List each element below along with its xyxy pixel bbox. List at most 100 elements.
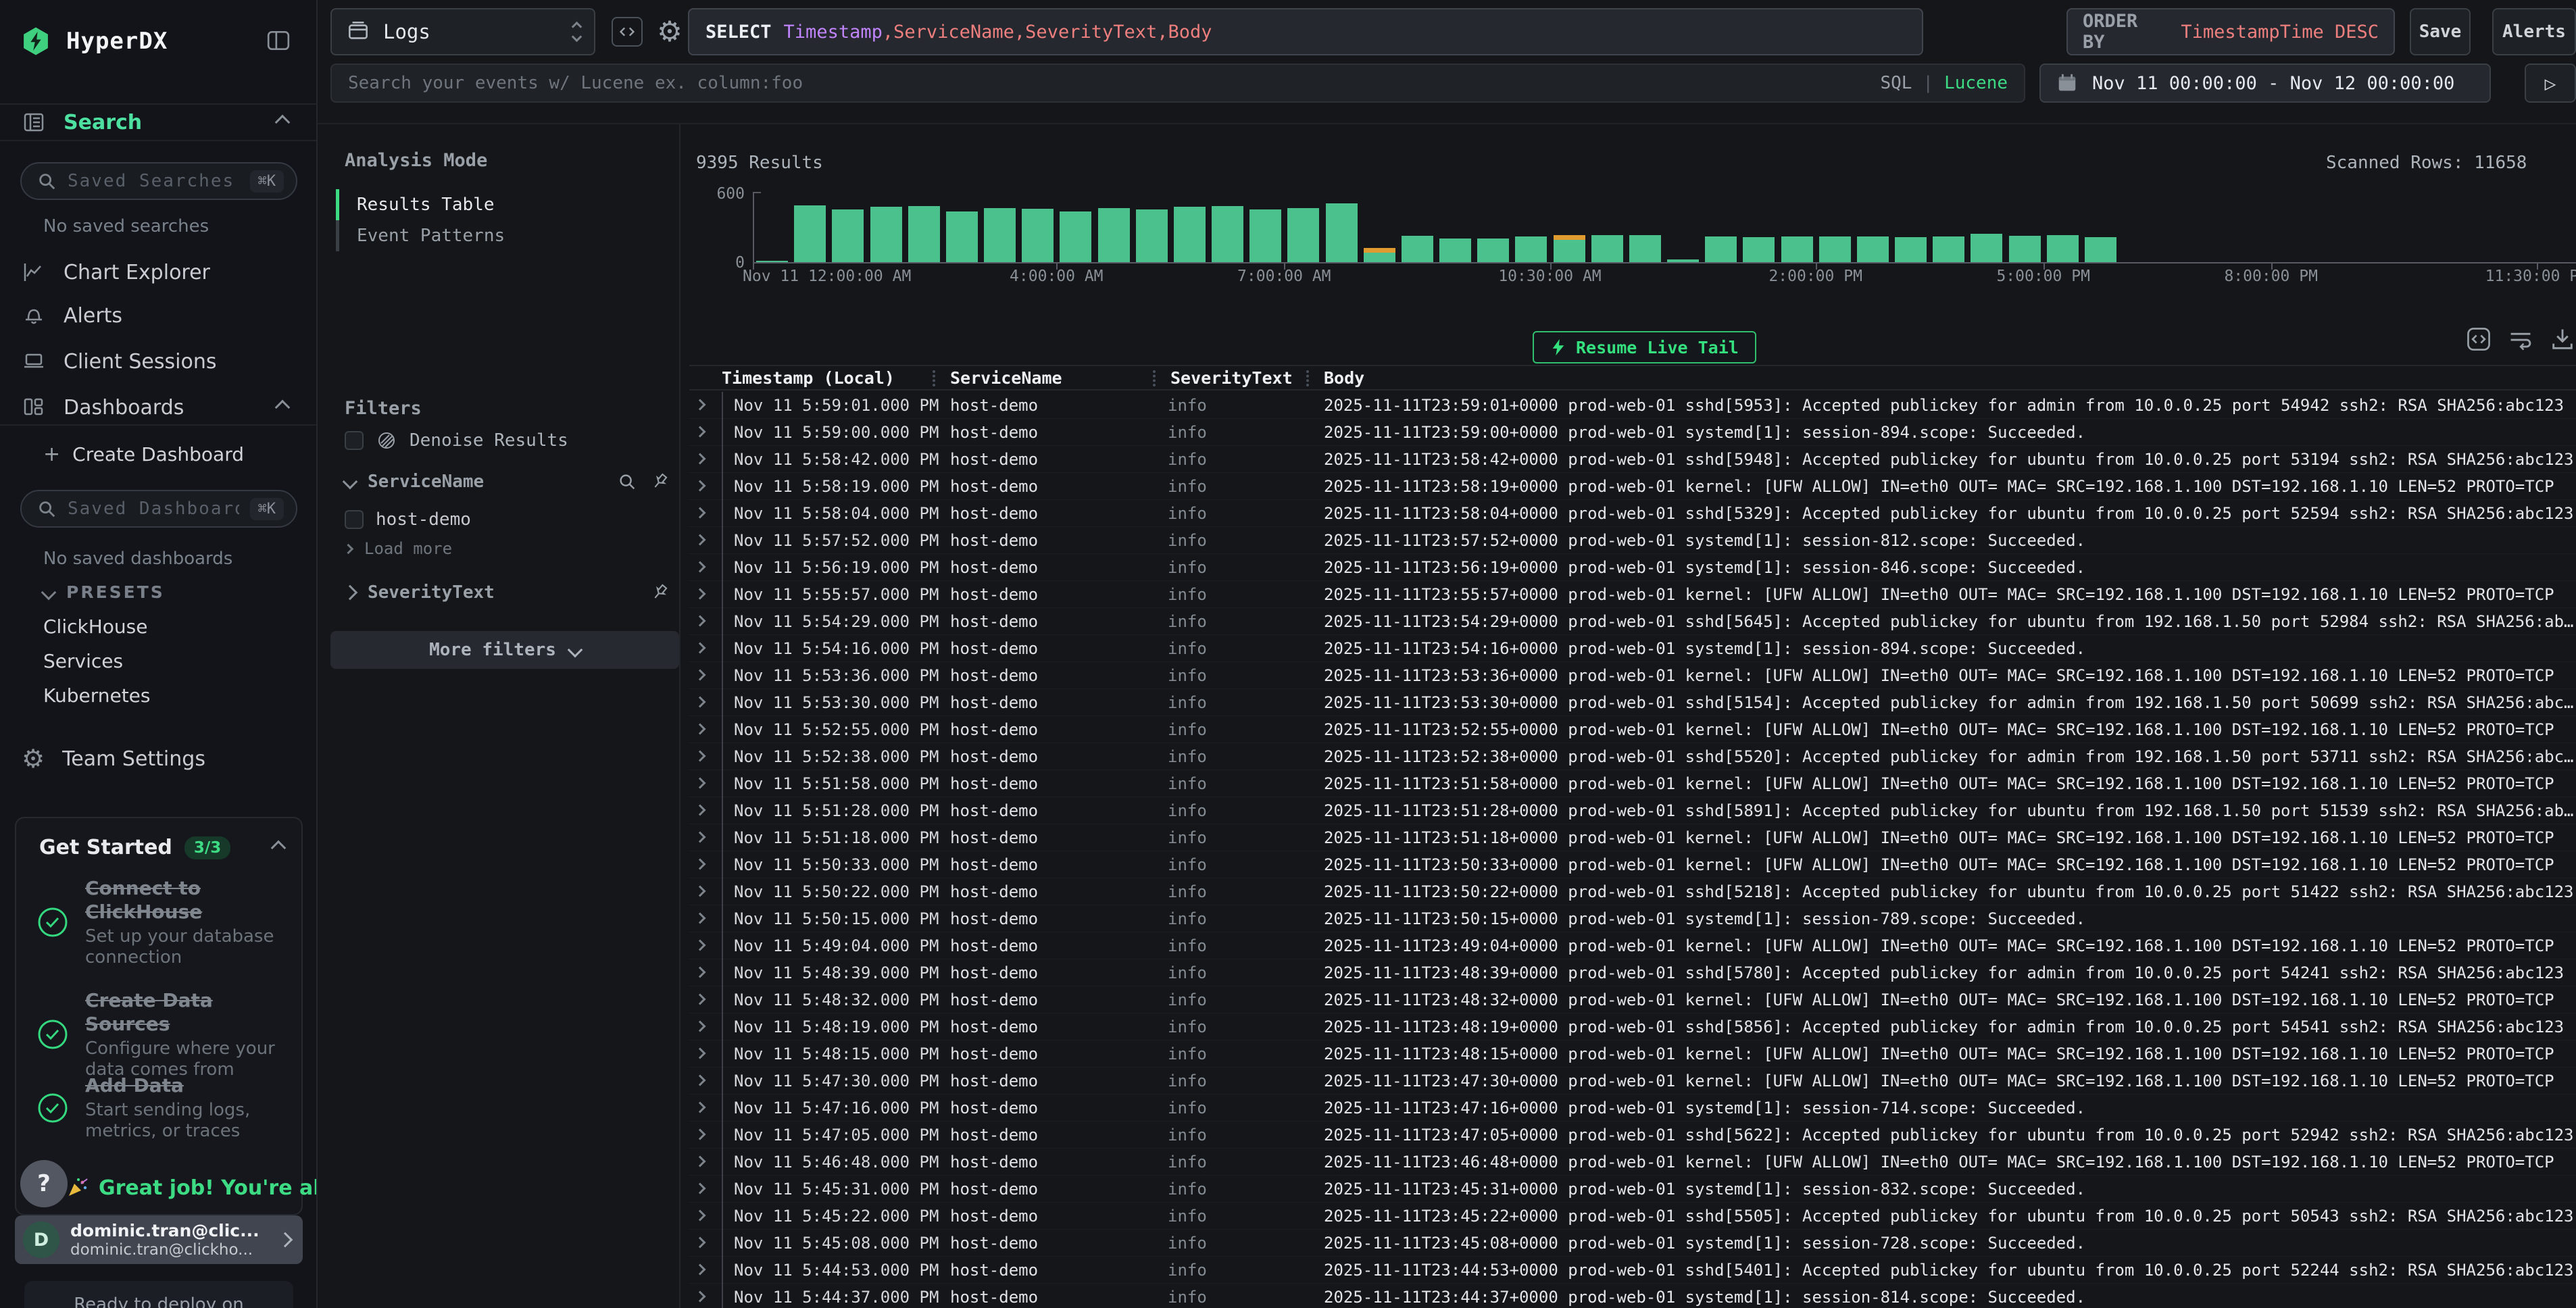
table-row[interactable]: Nov 11 5:45:08.000 PM host-demo info 202… [689,1230,2576,1257]
row-expand-icon[interactable] [695,1210,706,1222]
mode-results-table[interactable]: Results Table [336,189,505,220]
brand[interactable]: HyperDX [20,26,168,57]
more-filters-button[interactable]: More filters [330,631,679,669]
row-expand-icon[interactable] [695,724,706,735]
row-expand-icon[interactable] [695,751,706,762]
row-expand-icon[interactable] [695,994,706,1005]
sidebar-item-alerts[interactable]: Alerts [0,297,316,334]
row-expand-icon[interactable] [695,507,706,519]
table-row[interactable]: Nov 11 5:47:16.000 PM host-demo info 202… [689,1095,2576,1122]
row-expand-icon[interactable] [695,1156,706,1167]
events-histogram[interactable]: 600 0 Nov 11 12:00:00 AM 4:00:00 AM 7:00… [689,181,2576,282]
get-started-item[interactable]: Add DataStart sending logs, metrics, or … [36,1074,288,1142]
table-row[interactable]: Nov 11 5:48:39.000 PM host-demo info 202… [689,959,2576,986]
save-button[interactable]: Save [2410,8,2471,55]
presets-toggle[interactable]: PRESETS [43,582,165,602]
table-row[interactable]: Nov 11 5:57:52.000 PM host-demo info 202… [689,527,2576,554]
resume-live-tail-button[interactable]: Resume Live Tail [1533,331,1756,363]
row-expand-icon[interactable] [695,670,706,681]
pin-icon[interactable] [649,472,670,492]
table-row[interactable]: Nov 11 5:53:36.000 PM host-demo info 202… [689,662,2576,689]
wrap-lines-icon[interactable] [2507,326,2534,353]
query-language-toggle[interactable]: SQL | Lucene [1880,73,2008,93]
severitytext-filter-group[interactable]: SeverityText [345,582,670,603]
col-header-timestamp[interactable]: Timestamp (Local) [722,366,895,389]
row-expand-icon[interactable] [695,940,706,951]
table-row[interactable]: Nov 11 5:58:04.000 PM host-demo info 202… [689,500,2576,527]
table-row[interactable]: Nov 11 5:48:19.000 PM host-demo info 202… [689,1013,2576,1040]
row-expand-icon[interactable] [695,561,706,573]
row-expand-icon[interactable] [695,805,706,816]
table-row[interactable]: Nov 11 5:53:30.000 PM host-demo info 202… [689,689,2576,716]
preset-dashboard-link[interactable]: Kubernetes [0,678,316,713]
row-expand-icon[interactable] [695,399,706,411]
table-row[interactable]: Nov 11 5:55:57.000 PM host-demo info 202… [689,581,2576,608]
table-row[interactable]: Nov 11 5:46:48.000 PM host-demo info 202… [689,1149,2576,1176]
table-row[interactable]: Nov 11 5:59:01.000 PM host-demo info 202… [689,392,2576,419]
table-row[interactable]: Nov 11 5:51:58.000 PM host-demo info 202… [689,770,2576,797]
table-row[interactable]: Nov 11 5:59:00.000 PM host-demo info 202… [689,419,2576,446]
mode-event-patterns[interactable]: Event Patterns [336,220,505,251]
table-row[interactable]: Nov 11 5:52:38.000 PM host-demo info 202… [689,743,2576,770]
sidebar-item-chart-explorer[interactable]: Chart Explorer [0,253,316,291]
checkbox[interactable] [345,431,364,450]
row-expand-icon[interactable] [695,1102,706,1113]
alerts-button[interactable]: Alerts [2492,8,2576,55]
column-resize-handle[interactable] [1306,370,1309,386]
sidebar-collapse-icon[interactable] [265,28,292,53]
service-filter-host-demo[interactable]: host-demo [345,509,670,530]
table-row[interactable]: Nov 11 5:50:33.000 PM host-demo info 202… [689,851,2576,878]
get-started-item[interactable]: Create Data SourcesConfigure where your … [36,988,288,1080]
row-expand-icon[interactable] [695,1129,706,1140]
table-row[interactable]: Nov 11 5:47:05.000 PM host-demo info 202… [689,1122,2576,1149]
row-expand-icon[interactable] [695,1291,706,1303]
row-expand-icon[interactable] [695,1237,706,1249]
deploy-teaser[interactable]: Ready to deploy on [24,1281,293,1308]
table-row[interactable]: Nov 11 5:45:31.000 PM host-demo info 202… [689,1176,2576,1203]
col-header-severitytext[interactable]: SeverityText [1170,366,1293,389]
servicename-filter-group[interactable]: ServiceName [345,472,670,492]
table-row[interactable]: Nov 11 5:52:55.000 PM host-demo info 202… [689,716,2576,743]
table-row[interactable]: Nov 11 5:44:53.000 PM host-demo info 202… [689,1257,2576,1284]
help-button[interactable]: ? [20,1160,68,1207]
row-expand-icon[interactable] [695,426,706,438]
row-expand-icon[interactable] [695,643,706,654]
preset-dashboard-link[interactable]: ClickHouse [0,609,316,644]
row-expand-icon[interactable] [695,886,706,897]
row-expand-icon[interactable] [695,588,706,600]
event-search-input[interactable]: Search your events w/ Lucene ex. column:… [330,64,2025,103]
create-dashboard-button[interactable]: + Create Dashboard [43,443,244,466]
table-row[interactable]: Nov 11 5:58:19.000 PM host-demo info 202… [689,473,2576,500]
user-menu[interactable]: D dominic.tran@clic... dominic.tran@clic… [15,1215,303,1264]
source-select[interactable]: Logs [330,8,595,55]
search-icon[interactable] [617,472,637,492]
sql-toggle[interactable]: SQL [1880,73,1912,93]
row-expand-icon[interactable] [695,1048,706,1059]
row-expand-icon[interactable] [695,1075,706,1086]
table-row[interactable]: Nov 11 5:58:42.000 PM host-demo info 202… [689,446,2576,473]
table-row[interactable]: Nov 11 5:54:29.000 PM host-demo info 202… [689,608,2576,635]
table-row[interactable]: Nov 11 5:48:15.000 PM host-demo info 202… [689,1040,2576,1067]
row-expand-icon[interactable] [695,697,706,708]
table-row[interactable]: Nov 11 5:49:04.000 PM host-demo info 202… [689,932,2576,959]
source-settings-button[interactable]: ⚙ [653,14,687,49]
chevron-up-icon[interactable] [271,840,287,855]
sql-editor-toggle-button[interactable] [612,17,643,47]
table-row[interactable]: Nov 11 5:45:22.000 PM host-demo info 202… [689,1203,2576,1230]
load-more-button[interactable]: Load more [345,539,670,558]
row-expand-icon[interactable] [695,1264,706,1276]
preset-dashboard-link[interactable]: Services [0,644,316,678]
row-expand-icon[interactable] [695,1183,706,1194]
row-expand-icon[interactable] [695,453,706,465]
row-expand-icon[interactable] [695,967,706,978]
table-row[interactable]: Nov 11 5:51:18.000 PM host-demo info 202… [689,824,2576,851]
date-range-picker[interactable]: Nov 11 00:00:00 - Nov 12 00:00:00 [2039,64,2491,103]
row-expand-icon[interactable] [695,832,706,843]
sidebar-item-dashboards[interactable]: Dashboards [0,388,316,426]
checkbox[interactable] [345,510,364,529]
saved-searches-input[interactable]: Saved Searches ⌘K [20,162,297,200]
denoise-filter-row[interactable]: Denoise Results [345,430,670,451]
table-row[interactable]: Nov 11 5:47:30.000 PM host-demo info 202… [689,1067,2576,1095]
sidebar-item-search[interactable]: Search [0,103,316,141]
row-expand-icon[interactable] [695,778,706,789]
